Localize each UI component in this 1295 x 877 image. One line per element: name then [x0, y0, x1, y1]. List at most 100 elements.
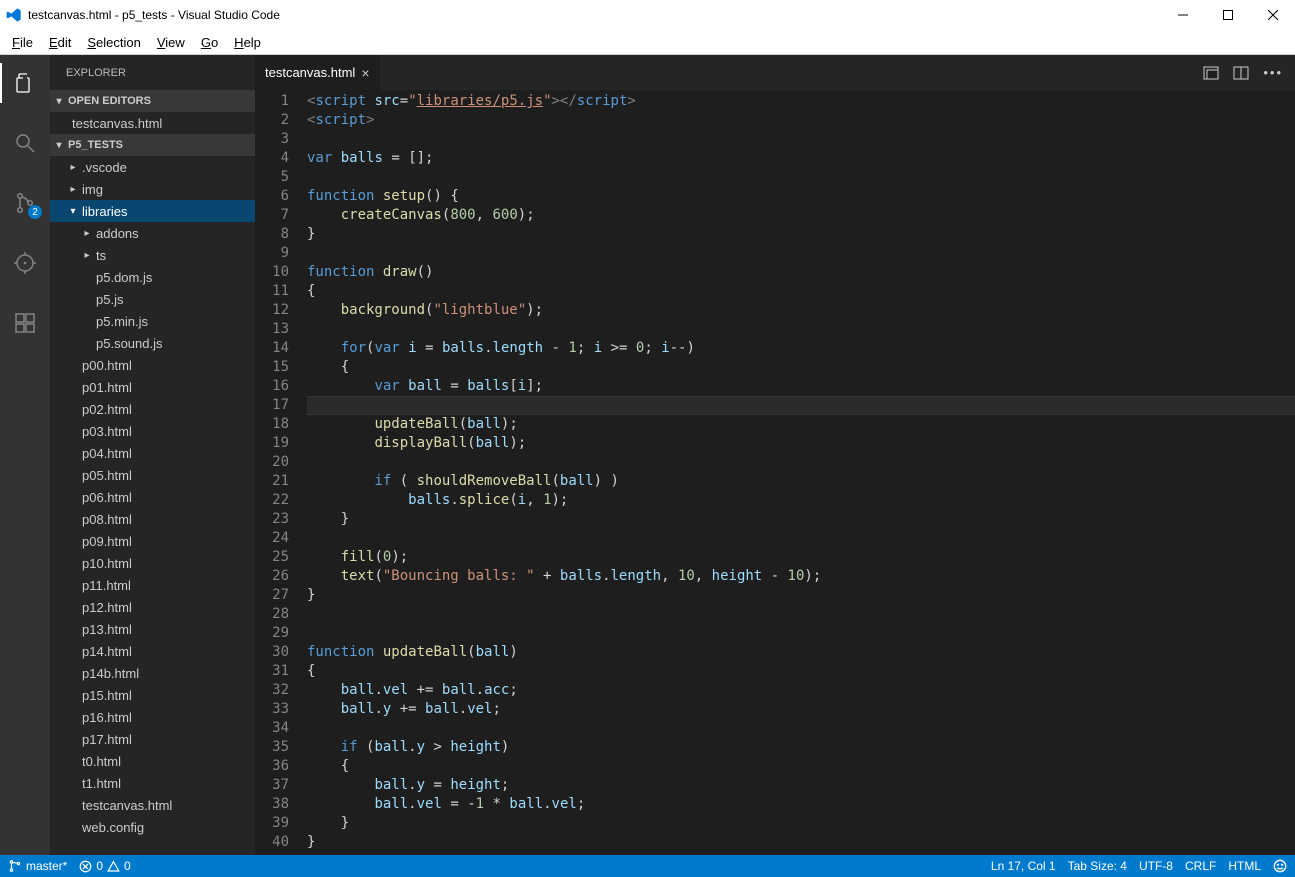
- tree-file[interactable]: p00.html: [50, 354, 255, 376]
- code-line[interactable]: function updateBall(ball): [307, 643, 1295, 662]
- tree-file[interactable]: p10.html: [50, 552, 255, 574]
- code-content[interactable]: <script src="libraries/p5.js"></script><…: [307, 90, 1295, 855]
- tree-file[interactable]: p05.html: [50, 464, 255, 486]
- window-minimize-button[interactable]: [1160, 0, 1205, 30]
- more-actions-icon[interactable]: •••: [1263, 65, 1283, 80]
- activity-explorer[interactable]: [0, 63, 50, 103]
- tree-file[interactable]: p5.js: [50, 288, 255, 310]
- tree-file[interactable]: p04.html: [50, 442, 255, 464]
- code-line[interactable]: if ( shouldRemoveBall(ball) ): [307, 472, 1295, 491]
- tree-file[interactable]: p5.min.js: [50, 310, 255, 332]
- code-line[interactable]: [307, 624, 1295, 643]
- code-line[interactable]: {: [307, 358, 1295, 377]
- code-line[interactable]: function draw(): [307, 263, 1295, 282]
- code-line[interactable]: }: [307, 510, 1295, 529]
- tree-file[interactable]: p15.html: [50, 684, 255, 706]
- menu-go[interactable]: Go: [193, 33, 226, 52]
- menu-file[interactable]: File: [4, 33, 41, 52]
- menu-edit[interactable]: Edit: [41, 33, 79, 52]
- tree-file[interactable]: p08.html: [50, 508, 255, 530]
- tree-file[interactable]: p14b.html: [50, 662, 255, 684]
- status-branch[interactable]: master*: [8, 859, 67, 873]
- editor-tab[interactable]: testcanvas.html×: [255, 55, 381, 90]
- close-icon[interactable]: ×: [361, 65, 369, 81]
- tree-folder[interactable]: ▸img: [50, 178, 255, 200]
- code-line[interactable]: }: [307, 225, 1295, 244]
- code-line[interactable]: [307, 130, 1295, 149]
- code-line[interactable]: {: [307, 757, 1295, 776]
- tree-folder[interactable]: ▸ts: [50, 244, 255, 266]
- status-encoding[interactable]: UTF-8: [1139, 859, 1173, 873]
- code-line[interactable]: [307, 529, 1295, 548]
- status-tab-size[interactable]: Tab Size: 4: [1068, 859, 1127, 873]
- code-line[interactable]: balls.splice(i, 1);: [307, 491, 1295, 510]
- code-line[interactable]: displayBall(ball);: [307, 434, 1295, 453]
- tree-folder[interactable]: ▸.vscode: [50, 156, 255, 178]
- code-line[interactable]: }: [307, 586, 1295, 605]
- tree-file[interactable]: p5.dom.js: [50, 266, 255, 288]
- code-line[interactable]: }: [307, 833, 1295, 852]
- code-line[interactable]: [307, 396, 1295, 415]
- tree-file[interactable]: p06.html: [50, 486, 255, 508]
- code-line[interactable]: [307, 244, 1295, 263]
- tree-file[interactable]: p09.html: [50, 530, 255, 552]
- tree-folder[interactable]: ▸addons: [50, 222, 255, 244]
- tree-file[interactable]: p14.html: [50, 640, 255, 662]
- code-line[interactable]: <script>: [307, 111, 1295, 130]
- code-line[interactable]: createCanvas(800, 600);: [307, 206, 1295, 225]
- activity-debug[interactable]: [0, 243, 50, 283]
- open-editor-item[interactable]: testcanvas.html: [50, 112, 255, 134]
- code-line[interactable]: ball.vel = -1 * ball.vel;: [307, 795, 1295, 814]
- status-problems[interactable]: 0 0: [79, 859, 130, 873]
- activity-extensions[interactable]: [0, 303, 50, 343]
- code-line[interactable]: var balls = [];: [307, 149, 1295, 168]
- tree-file[interactable]: p12.html: [50, 596, 255, 618]
- code-line[interactable]: fill(0);: [307, 548, 1295, 567]
- code-line[interactable]: text("Bouncing balls: " + balls.length, …: [307, 567, 1295, 586]
- tree-file[interactable]: p11.html: [50, 574, 255, 596]
- tree-file[interactable]: t0.html: [50, 750, 255, 772]
- tree-file[interactable]: p13.html: [50, 618, 255, 640]
- code-line[interactable]: [307, 320, 1295, 339]
- tree-file[interactable]: p02.html: [50, 398, 255, 420]
- code-line[interactable]: for(var i = balls.length - 1; i >= 0; i-…: [307, 339, 1295, 358]
- tree-folder[interactable]: ▾libraries: [50, 200, 255, 222]
- tree-file[interactable]: p03.html: [50, 420, 255, 442]
- section-project[interactable]: ▾ P5_TESTS: [50, 134, 255, 156]
- status-eol[interactable]: CRLF: [1185, 859, 1216, 873]
- section-open-editors[interactable]: ▾ Open Editors: [50, 90, 255, 112]
- code-line[interactable]: ball.y += ball.vel;: [307, 700, 1295, 719]
- menu-view[interactable]: View: [149, 33, 193, 52]
- window-close-button[interactable]: [1250, 0, 1295, 30]
- code-line[interactable]: [307, 719, 1295, 738]
- code-line[interactable]: updateBall(ball);: [307, 415, 1295, 434]
- tree-file[interactable]: testcanvas.html: [50, 794, 255, 816]
- code-line[interactable]: function setup() {: [307, 187, 1295, 206]
- activity-search[interactable]: [0, 123, 50, 163]
- code-line[interactable]: [307, 605, 1295, 624]
- code-line[interactable]: background("lightblue");: [307, 301, 1295, 320]
- code-line[interactable]: ball.y = height;: [307, 776, 1295, 795]
- code-line[interactable]: ball.vel += ball.acc;: [307, 681, 1295, 700]
- code-line[interactable]: {: [307, 662, 1295, 681]
- status-feedback-icon[interactable]: [1273, 859, 1287, 873]
- tree-file[interactable]: p17.html: [50, 728, 255, 750]
- code-editor[interactable]: 1234567891011121314151617181920212223242…: [255, 90, 1295, 855]
- status-cursor-position[interactable]: Ln 17, Col 1: [991, 859, 1056, 873]
- split-editor-icon[interactable]: [1203, 65, 1219, 81]
- tree-file[interactable]: web.config: [50, 816, 255, 838]
- code-line[interactable]: var ball = balls[i];: [307, 377, 1295, 396]
- window-maximize-button[interactable]: [1205, 0, 1250, 30]
- code-line[interactable]: <script src="libraries/p5.js"></script>: [307, 92, 1295, 111]
- editor-layout-icon[interactable]: [1233, 65, 1249, 81]
- tree-file[interactable]: t1.html: [50, 772, 255, 794]
- code-line[interactable]: [307, 168, 1295, 187]
- code-line[interactable]: {: [307, 282, 1295, 301]
- code-line[interactable]: if (ball.y > height): [307, 738, 1295, 757]
- tree-file[interactable]: p5.sound.js: [50, 332, 255, 354]
- menu-help[interactable]: Help: [226, 33, 269, 52]
- tree-file[interactable]: p16.html: [50, 706, 255, 728]
- tree-file[interactable]: p01.html: [50, 376, 255, 398]
- menu-selection[interactable]: Selection: [79, 33, 148, 52]
- status-language[interactable]: HTML: [1228, 859, 1261, 873]
